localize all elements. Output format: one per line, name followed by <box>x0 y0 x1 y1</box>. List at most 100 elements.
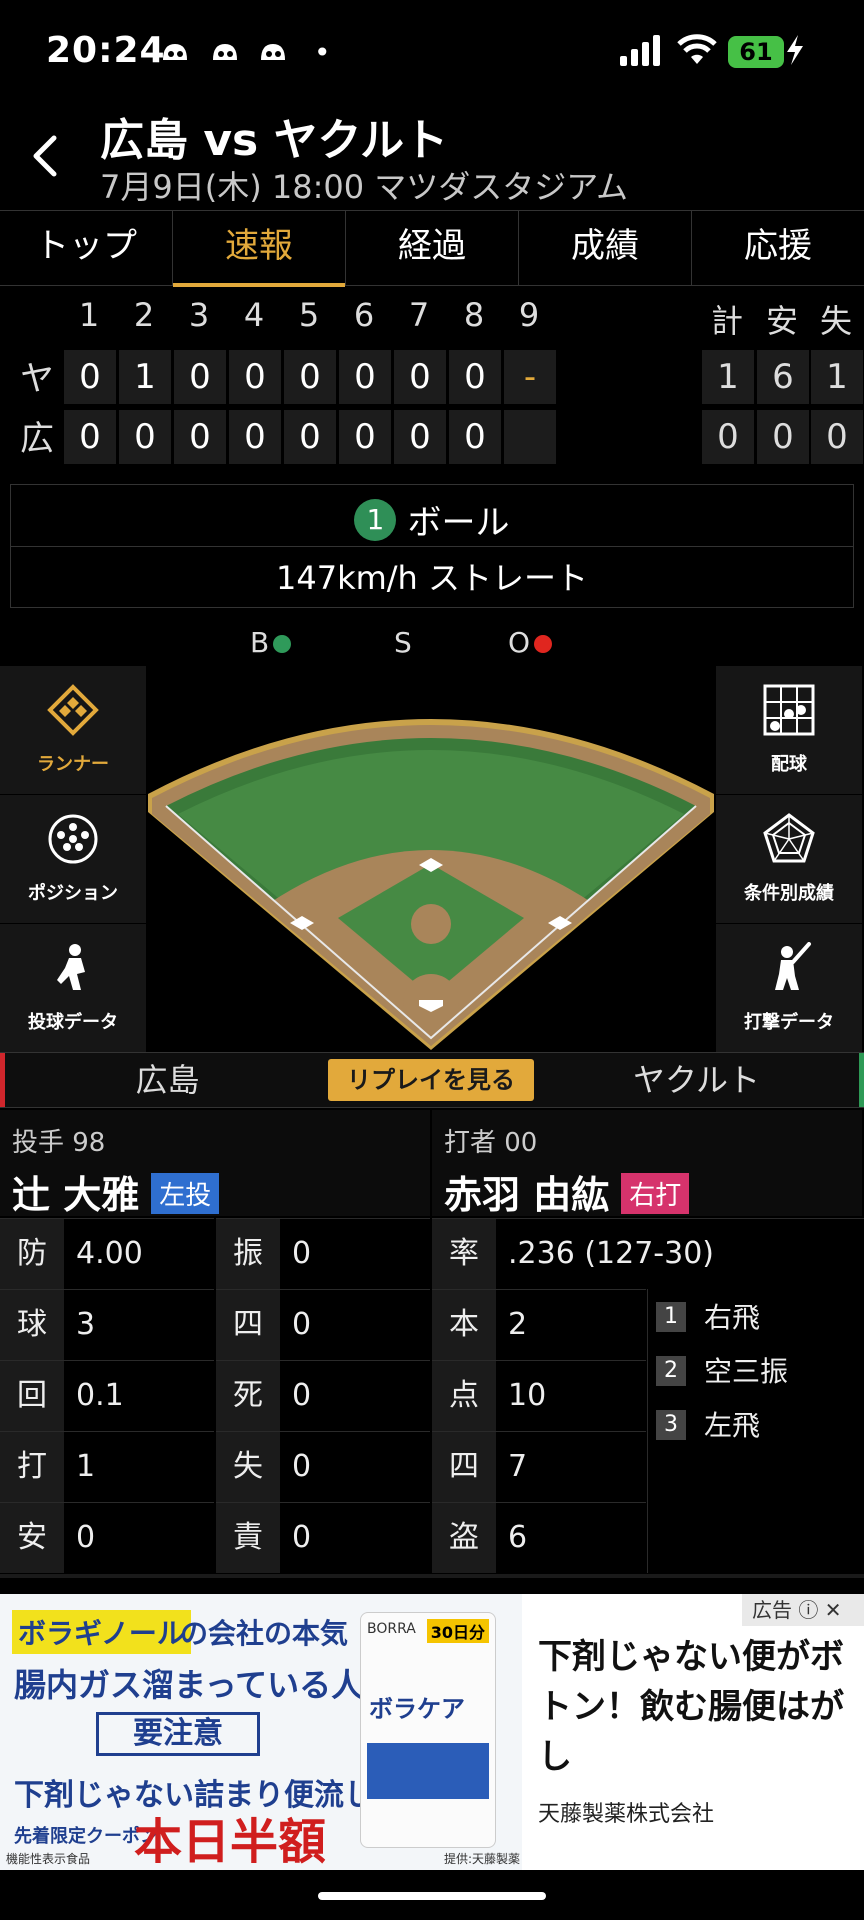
battery-indicator: 61 <box>728 36 784 68</box>
wifi-icon <box>677 34 717 64</box>
stat-row: 打1 <box>0 1431 214 1502</box>
ball-dot-icon <box>273 635 292 653</box>
stat-key: 点 <box>432 1361 496 1431</box>
tab-stats[interactable]: 成績 <box>519 211 692 285</box>
batter-header: 打者 00 赤羽 由紘 右打 <box>432 1110 862 1217</box>
stat-key: 率 <box>432 1219 496 1289</box>
total-errors-header: 失 <box>819 302 852 340</box>
at-bat-outcome: 左飛 <box>704 1409 761 1442</box>
ad-big-text: 本日半額 <box>134 1814 327 1870</box>
away-team-tab[interactable]: ヤクルト <box>534 1053 864 1107</box>
home-indicator[interactable] <box>318 1892 546 1900</box>
total-runs-cell: 0 <box>702 410 754 464</box>
radar-chart-icon <box>763 813 815 863</box>
total-hits-cell: 6 <box>757 350 809 404</box>
close-icon[interactable]: ✕ <box>825 1598 842 1622</box>
stat-value: 0 <box>292 1307 312 1342</box>
score-cell: 0 <box>449 410 501 464</box>
back-chevron-icon[interactable] <box>28 134 62 178</box>
score-cell: 0 <box>174 350 226 404</box>
inning-header: 5 <box>298 296 320 334</box>
pack-band <box>367 1743 489 1799</box>
pack-days: 30日分 <box>426 1619 489 1643</box>
notification-icon <box>213 44 237 60</box>
total-runs-header: 計 <box>710 302 743 340</box>
ad-text: 腸内ガス溜まっている人、 <box>14 1666 396 1704</box>
ad-headline[interactable]: 下剤じゃない便がボトン！飲む腸便はがし <box>538 1632 856 1782</box>
stat-row: 回 0.1 <box>0 1360 214 1431</box>
pitcher-name: 辻 大雅 <box>12 1173 140 1217</box>
notification-icon <box>163 44 187 60</box>
inning-header: 2 <box>133 296 155 334</box>
batter-hand-badge: 右打 <box>621 1173 690 1214</box>
stat-value: 2 <box>508 1307 528 1342</box>
pack-brand: BORRA <box>367 1621 416 1637</box>
pitch-data-button[interactable]: 投球データ <box>0 924 146 1052</box>
score-cell: 0 <box>64 410 116 464</box>
stat-row-avg: 率 .236 (127-30) <box>432 1218 864 1289</box>
stat-value: 6 <box>508 1520 528 1555</box>
score-cell: 0 <box>339 350 391 404</box>
stat-value: 0 <box>292 1378 312 1413</box>
stat-key: 打 <box>0 1432 64 1502</box>
ad-label[interactable]: 広告 ⓘ ✕ <box>742 1594 864 1626</box>
stat-value: 0.1 <box>76 1378 124 1413</box>
score-cell: 0 <box>229 350 281 404</box>
tab-progress[interactable]: 経過 <box>346 211 519 285</box>
out-count: O <box>508 626 553 659</box>
stat-key: 振 <box>216 1219 280 1289</box>
stat-key: 責 <box>216 1503 280 1573</box>
home-team-tab[interactable]: 広島 <box>0 1053 330 1107</box>
tab-bar: トップ 速報 経過 成績 応援 <box>0 210 864 287</box>
pitch-location-label: 配球 <box>771 754 807 775</box>
score-cell: 0 <box>394 410 446 464</box>
score-cell: 0 <box>174 410 226 464</box>
score-cell: 0 <box>449 350 501 404</box>
pitch-location-button[interactable]: 配球 <box>716 666 862 794</box>
total-errors-cell: 0 <box>811 410 863 464</box>
batter-name: 赤羽 由紘 <box>444 1173 610 1217</box>
ad-image[interactable]: ボラギノール の会社の本気 腸内ガス溜まっている人、 要注意 下剤じゃない詰まり… <box>0 1594 522 1870</box>
stat-value: 1 <box>76 1449 96 1484</box>
split-stats-button[interactable]: 条件別成績 <box>716 795 862 923</box>
ball-count: B <box>250 626 292 659</box>
ad-company: 天藤製薬株式会社 <box>538 1802 715 1827</box>
score-cell: 0 <box>119 410 171 464</box>
inning-header: 6 <box>353 296 375 334</box>
stat-key: 安 <box>0 1503 64 1573</box>
stat-value: 0 <box>292 1236 312 1271</box>
ad-info-icon[interactable]: ⓘ <box>798 1598 818 1622</box>
ad-label-text: 広告 <box>752 1598 792 1622</box>
inning-header: 7 <box>408 296 430 334</box>
pitcher-header: 投手 98 辻 大雅 左投 <box>0 1110 430 1217</box>
replay-button[interactable]: リプレイを見る <box>328 1059 534 1101</box>
advertisement[interactable]: ボラギノール の会社の本気 腸内ガス溜まっている人、 要注意 下剤じゃない詰まり… <box>0 1594 864 1870</box>
ad-product-package: BORRA 30日分 ボラケア <box>360 1612 496 1848</box>
at-bat-outcome: 空三振 <box>704 1355 789 1388</box>
position-icon <box>48 814 98 864</box>
stat-row: 責0 <box>216 1502 430 1573</box>
stat-key: 四 <box>216 1290 280 1360</box>
tab-live[interactable]: 速報 <box>173 211 346 287</box>
ad-brand: ボラギノール <box>12 1610 191 1654</box>
strike-label: S <box>394 626 412 659</box>
tab-top[interactable]: トップ <box>0 211 173 285</box>
out-label: O <box>508 626 531 659</box>
pitch-result-row: 1 ボール <box>11 485 853 547</box>
clock: 20:24 <box>46 30 166 71</box>
notification-icon <box>261 44 285 60</box>
pitch-data-label: 投球データ <box>28 1012 118 1033</box>
team-abbr-away: ヤ <box>20 359 54 399</box>
stat-key: 本 <box>432 1290 496 1360</box>
ad-text: の会社の本気 <box>180 1617 349 1650</box>
score-cell: 0 <box>284 350 336 404</box>
total-hits-cell: 0 <box>757 410 809 464</box>
runner-button[interactable]: ランナー <box>0 666 146 794</box>
tab-cheer[interactable]: 応援 <box>692 211 864 285</box>
game-subtitle: 7月9日(木) 18:00 マツダスタジアム <box>100 168 629 206</box>
position-button[interactable]: ポジション <box>0 795 146 923</box>
score-cell: 0 <box>64 350 116 404</box>
stat-row: 防 4.00 <box>0 1218 214 1289</box>
more-notifications-dot: • <box>314 36 331 69</box>
batting-data-button[interactable]: 打撃データ <box>716 924 862 1052</box>
